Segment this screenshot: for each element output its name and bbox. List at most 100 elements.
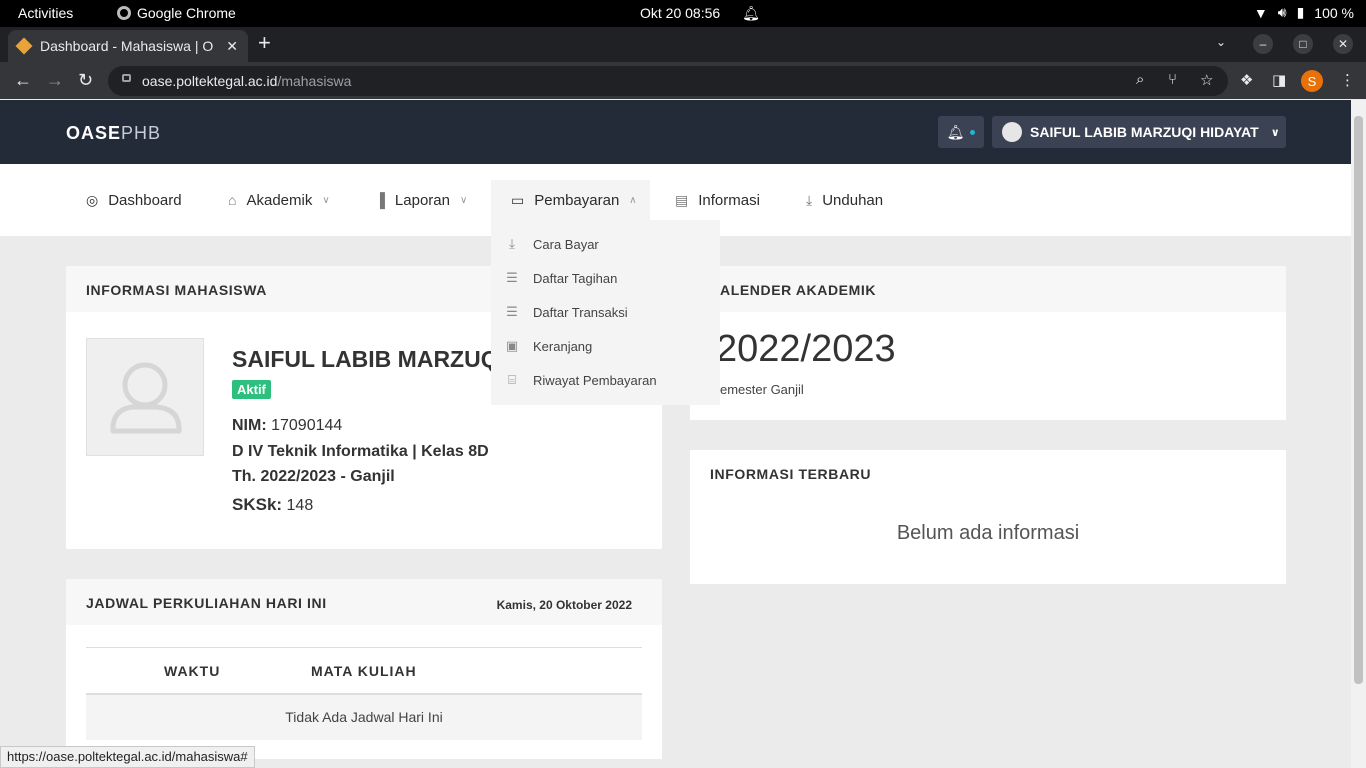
tab-title: Dashboard - Mahasiswa | O (40, 38, 214, 54)
site-logo[interactable]: OASEPHB (66, 123, 161, 144)
chevron-down-icon: ∨ (459, 194, 468, 206)
pembayaran-dropdown: ⤓ Cara Bayar ☰ Daftar Tagihan ☰ Daftar T… (491, 220, 720, 405)
menu-item-keranjang[interactable]: ▣ Keranjang (491, 329, 720, 363)
user-placeholder-icon (110, 362, 182, 434)
profile-avatar[interactable]: S (1301, 70, 1323, 92)
graduation-cap-icon: ⌂ (228, 192, 237, 208)
close-window-button[interactable]: ✕ (1333, 34, 1353, 54)
activities-button[interactable]: Activities (18, 5, 73, 21)
file-icon: ⌸ (508, 372, 516, 387)
share-icon[interactable]: ⑂ (1168, 71, 1177, 88)
download-icon: ⤓ (806, 191, 813, 208)
column-header-course: MATA KULIAH (311, 663, 417, 679)
user-name: SAIFUL LABIB MARZUQI HIDAYAT (1030, 124, 1259, 140)
nav-akademik[interactable]: ⌂ Akademik ∨ (208, 180, 350, 220)
notification-dot (970, 129, 976, 135)
academic-year: 2022/2023 (716, 328, 896, 370)
student-nim: NIM: 17090144 (232, 417, 343, 434)
address-bar[interactable]: oase.poltektegal.ac.id/mahasiswa (108, 66, 1228, 96)
notification-button[interactable]: 🔔︎ (938, 116, 984, 148)
site-header: OASEPHB 🔔︎ SAIFUL LABIB MARZUQI HIDAYAT … (0, 100, 1351, 164)
clock[interactable]: Okt 20 08:56 🔔︎ (640, 5, 760, 22)
lock-icon (122, 74, 131, 82)
wifi-icon: ▼ (1253, 4, 1268, 21)
student-sks: SKSk: 148 (232, 495, 314, 514)
card-title: INFORMASI MAHASISWA (86, 282, 267, 298)
download-icon: ⤓ (509, 236, 515, 251)
alarm-bell-icon: 🔔︎ (742, 5, 760, 21)
maximize-button[interactable]: □ (1293, 34, 1313, 54)
browser-tab[interactable]: Dashboard - Mahasiswa | O ✕ (8, 30, 248, 62)
list-icon: ☰ (506, 304, 518, 319)
column-header-time: WAKTU (164, 663, 221, 679)
back-button[interactable]: ← (14, 70, 32, 90)
battery-level: 100 % (1314, 4, 1354, 21)
semester: emester Ganjil (720, 382, 804, 397)
nav-dashboard[interactable]: ◎ Dashboard (66, 180, 202, 220)
news-card: INFORMASI TERBARU Belum ada informasi (690, 450, 1286, 584)
compass-icon: ◎ (86, 191, 99, 208)
bell-icon: 🔔︎ (946, 123, 965, 140)
schedule-card: JADWAL PERKULIAHAN HARI INI Kamis, 20 Ok… (66, 579, 662, 759)
table-row: Tidak Ada Jadwal Hari Ini (86, 695, 642, 740)
menu-item-riwayat-pembayaran[interactable]: ⌸ Riwayat Pembayaran (491, 363, 720, 397)
browser-toolbar: ← → ↻ oase.poltektegal.ac.id/mahasiswa ⌕… (0, 62, 1366, 99)
user-avatar (1002, 122, 1022, 142)
calendar-card: ALENDER AKADEMIK 2022/2023 emester Ganji… (690, 266, 1286, 420)
user-menu-button[interactable]: SAIFUL LABIB MARZUQI HIDAYAT ∨ (992, 116, 1286, 148)
scrollbar-thumb[interactable] (1354, 116, 1363, 684)
nav-unduhan[interactable]: ⤓ Unduhan (786, 180, 903, 220)
bar-chart-icon: ▐ (375, 192, 385, 208)
nav-pembayaran[interactable]: ▭ Pembayaran ∧ (491, 180, 650, 220)
tab-search-icon[interactable]: ⌄ (1216, 35, 1226, 49)
app-menu[interactable]: Google Chrome (117, 5, 236, 21)
card-title: INFORMASI TERBARU (710, 466, 872, 482)
forward-button[interactable]: → (46, 70, 64, 90)
chrome-icon (117, 6, 131, 20)
battery-icon: ▮ (1296, 4, 1305, 20)
shopping-bag-icon: ▣ (505, 338, 519, 353)
url-text: oase.poltektegal.ac.id/mahasiswa (142, 73, 352, 89)
chevron-up-icon: ∧ (629, 194, 637, 206)
newspaper-icon: ▤ (675, 191, 689, 208)
student-name: SAIFUL LABIB MARZUQ (232, 346, 499, 372)
page-scrollbar[interactable] (1351, 100, 1366, 768)
site-favicon-icon (15, 37, 33, 55)
list-icon: ☰ (506, 270, 518, 285)
reload-button[interactable]: ↻ (78, 70, 93, 90)
status-badge: Aktif (232, 380, 271, 399)
menu-item-cara-bayar[interactable]: ⤓ Cara Bayar (491, 227, 720, 261)
card-header: INFORMASI TERBARU (690, 450, 1286, 496)
close-tab-icon[interactable]: ✕ (226, 38, 238, 55)
system-top-bar: Activities Google Chrome Okt 20 08:56 🔔︎… (0, 0, 1366, 27)
student-program: D IV Teknik Informatika | Kelas 8D (232, 443, 489, 460)
link-status-bubble: https://oase.poltektegal.ac.id/mahasiswa… (0, 746, 255, 768)
volume-icon: 🔊︎ (1277, 4, 1287, 20)
new-tab-button[interactable]: + (258, 32, 271, 54)
side-panel-icon[interactable]: ◨ (1272, 71, 1286, 89)
extensions-icon[interactable]: ❖ (1240, 71, 1253, 89)
tab-strip: Dashboard - Mahasiswa | O ✕ + ⌄ – □ ✕ (0, 27, 1366, 62)
menu-item-daftar-tagihan[interactable]: ☰ Daftar Tagihan (491, 261, 720, 295)
student-photo (86, 338, 204, 456)
chevron-down-icon: ∨ (322, 194, 330, 206)
menu-kebab-icon[interactable]: ⋮ (1340, 71, 1355, 89)
empty-news-message: Belum ada informasi (896, 522, 1080, 544)
card-header: ALENDER AKADEMIK (690, 266, 1286, 312)
schedule-date: Kamis, 20 Oktober 2022 (496, 598, 632, 612)
credit-card-icon: ▭ (511, 191, 525, 208)
app-name: Google Chrome (137, 5, 236, 21)
minimize-button[interactable]: – (1253, 34, 1273, 54)
system-tray[interactable]: ▼ 🔊︎ ▮ 100 % (1254, 4, 1354, 21)
student-period: Th. 2022/2023 - Ganjil (232, 468, 395, 485)
bookmark-star-icon[interactable]: ☆ (1200, 71, 1213, 89)
card-title: ALENDER AKADEMIK (720, 282, 877, 298)
card-title: JADWAL PERKULIAHAN HARI INI (86, 595, 327, 611)
table-header: WAKTU MATA KULIAH (86, 647, 642, 695)
menu-item-daftar-transaksi[interactable]: ☰ Daftar Transaksi (491, 295, 720, 329)
chevron-down-icon: ∨ (1270, 126, 1280, 139)
nav-informasi[interactable]: ▤ Informasi (655, 180, 780, 220)
nav-laporan[interactable]: ▐ Laporan ∨ (355, 180, 487, 220)
zoom-search-icon[interactable]: ⌕ (1136, 71, 1144, 88)
card-header: JADWAL PERKULIAHAN HARI INI Kamis, 20 Ok… (66, 579, 662, 625)
